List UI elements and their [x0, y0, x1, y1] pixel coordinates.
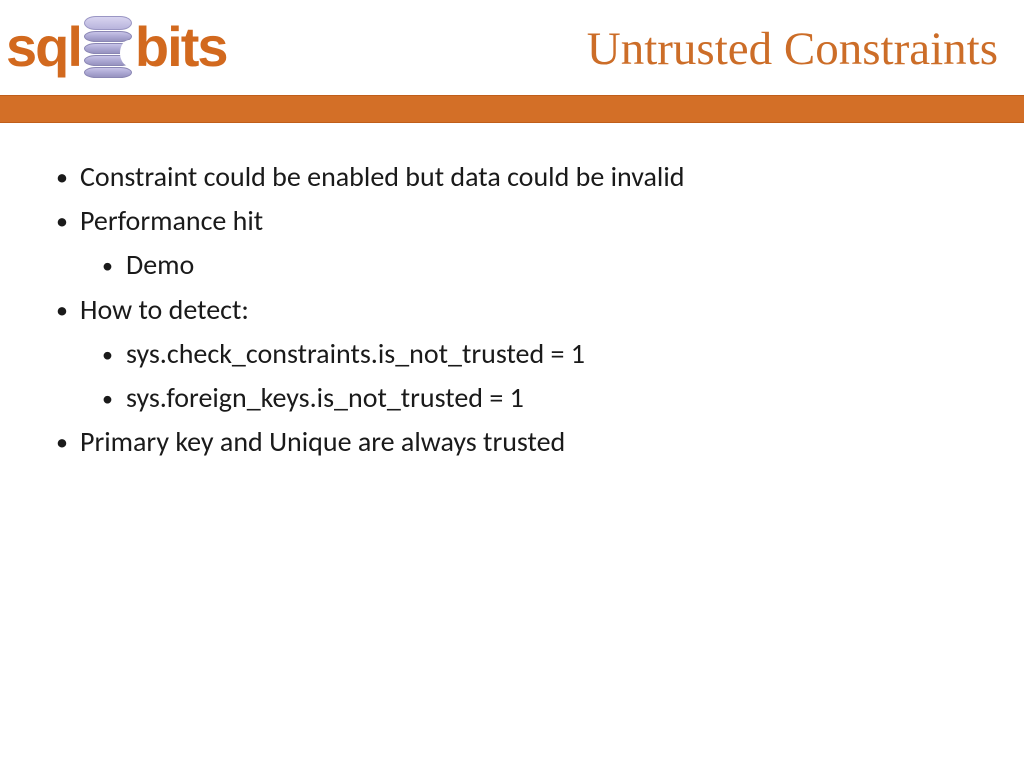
logo-text-sql: sql: [6, 19, 81, 75]
list-item: Demo: [102, 243, 984, 287]
list-item: sys.check_constraints.is_not_trusted = 1: [102, 332, 984, 376]
list-item: Performance hit Demo: [58, 199, 984, 287]
logo-text-bits: bits: [135, 19, 227, 75]
slide-header: sql bits Untrusted Constraints: [0, 0, 1024, 95]
divider-bar: [0, 95, 1024, 123]
list-item: sys.foreign_keys.is_not_trusted = 1: [102, 376, 984, 420]
slide-body: Constraint could be enabled but data cou…: [0, 123, 1024, 465]
slide-title: Untrusted Constraints: [587, 22, 998, 76]
sqlbits-logo: sql bits: [6, 12, 226, 82]
list-item: Constraint could be enabled but data cou…: [58, 155, 984, 199]
database-cylinder-icon: [84, 16, 132, 78]
list-item: Primary key and Unique are always truste…: [58, 420, 984, 464]
list-item: How to detect: sys.check_constraints.is_…: [58, 288, 984, 421]
bullet-list: Constraint could be enabled but data cou…: [58, 155, 984, 465]
